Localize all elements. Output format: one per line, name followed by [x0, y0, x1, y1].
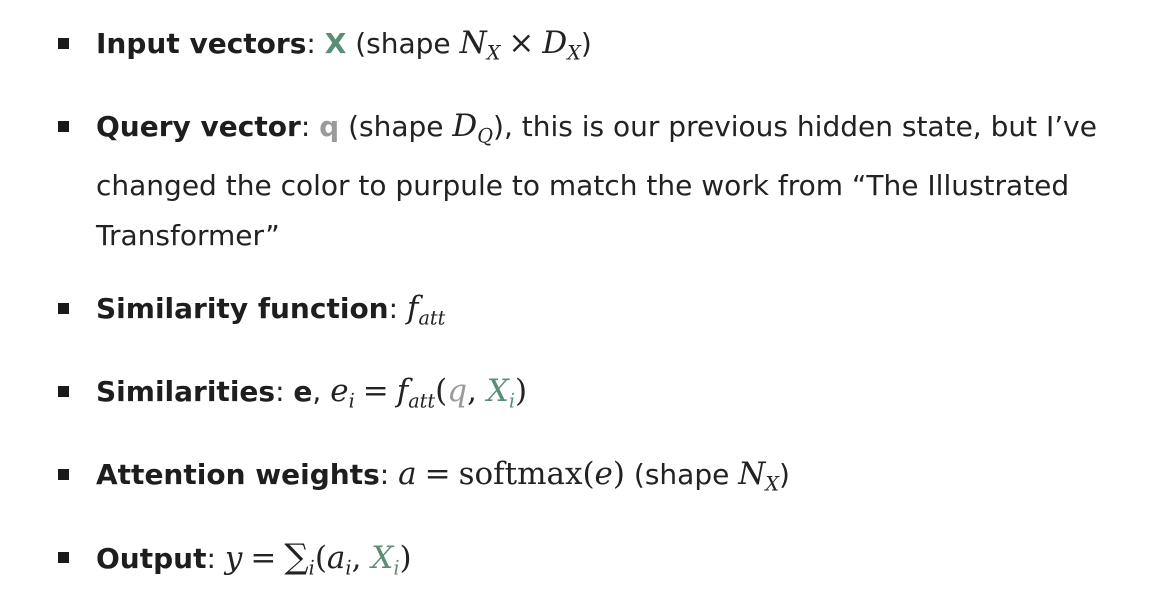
term-label: Input vectors: [96, 27, 307, 60]
math-f-sub: att: [408, 389, 436, 413]
definition-list: Input vectors: X (shape NX × DX) Query vec…: [0, 18, 1149, 615]
shape-open: (shape: [346, 27, 460, 60]
square-bullet-icon: [58, 468, 69, 480]
math-softmax: a = softmax(e): [398, 456, 625, 492]
shape-open: (shape: [339, 109, 453, 143]
square-bullet-icon: [58, 120, 69, 132]
list-item-output: Output: y = ∑i(ai, Xi): [0, 532, 1149, 594]
math-comma: ,: [351, 539, 372, 576]
separator: :: [306, 27, 325, 60]
math-n-sub: X: [765, 472, 780, 496]
square-bullet-icon: [58, 386, 69, 398]
math-d-sub: Q: [477, 124, 494, 148]
math-close-paren: ): [515, 373, 528, 410]
symbol-e: e: [293, 375, 313, 409]
math-e-sub: i: [348, 389, 355, 413]
math-close-paren: ): [612, 455, 626, 492]
math-times: ×: [508, 25, 535, 61]
math-close-paren: ): [399, 539, 412, 576]
math-d-sub: X: [567, 41, 581, 65]
math-f-sub: att: [418, 307, 446, 331]
math-comma: ,: [467, 373, 487, 410]
list-item-similarity-function: Similarity function: fatt: [0, 283, 1149, 344]
math-output: y = ∑i(ai, Xi): [224, 536, 412, 580]
document-page: Input vectors: X (shape NX × DX) Query vec…: [0, 0, 1149, 579]
symbol-x: X: [324, 27, 347, 60]
list-item-similarities: Similarities: e, ei = fatt(q, Xi): [0, 366, 1149, 427]
separator: :: [379, 457, 399, 491]
math-d: D: [542, 25, 568, 61]
math-open-paren: (: [435, 373, 448, 410]
list-item-input-vectors: Input vectors: X (shape NX × DX): [0, 18, 1149, 79]
term-label: Output: [96, 541, 207, 575]
term-label: Similarity function: [96, 292, 389, 326]
shape-open: (shape: [625, 457, 739, 491]
square-bullet-icon: [58, 303, 69, 315]
math-y: y: [224, 539, 243, 576]
comma: ,: [312, 375, 331, 409]
math-n: N: [459, 25, 487, 61]
math-a: a: [326, 539, 346, 576]
math-f-att: fatt: [406, 290, 445, 330]
separator: :: [388, 292, 407, 326]
math-f: f: [406, 290, 419, 327]
math-e: e: [330, 373, 349, 410]
list-item-query-vector: Query vector: q (shape DQ), this is our …: [0, 101, 1149, 262]
math-f: f: [396, 373, 409, 410]
math-shape: NX × DX: [459, 25, 581, 65]
math-similarity: ei = fatt(q, Xi): [330, 373, 528, 413]
math-softmax-fn: softmax: [458, 455, 583, 492]
term-label: Similarities: [96, 375, 276, 409]
math-e: e: [594, 455, 613, 492]
math-shape: DQ: [452, 107, 494, 148]
math-x: X: [371, 539, 394, 576]
shape-close: ): [779, 457, 790, 491]
math-sum: ∑: [284, 536, 309, 577]
math-n-sub: X: [486, 41, 501, 65]
math-d: D: [452, 107, 478, 144]
math-q: q: [447, 373, 468, 410]
square-bullet-icon: [58, 551, 69, 563]
math-shape: NX: [738, 455, 779, 496]
math-x: X: [486, 373, 509, 410]
math-eq: =: [250, 539, 277, 576]
math-eq: =: [362, 373, 389, 410]
math-n: N: [738, 455, 766, 492]
separator: :: [206, 541, 225, 575]
separator: :: [300, 109, 320, 143]
shape-close: ): [580, 27, 592, 60]
math-eq: =: [424, 455, 451, 492]
math-a: a: [398, 455, 417, 492]
math-open-paren: (: [582, 455, 595, 492]
math-open-paren: (: [314, 539, 327, 576]
term-label: Query vector: [96, 109, 301, 143]
term-label: Attention weights: [96, 457, 380, 491]
list-item-attention-weights: Attention weights: a = softmax(e) (shape N…: [0, 449, 1149, 510]
square-bullet-icon: [58, 38, 69, 49]
symbol-q: q: [319, 109, 340, 143]
separator: :: [275, 375, 294, 409]
